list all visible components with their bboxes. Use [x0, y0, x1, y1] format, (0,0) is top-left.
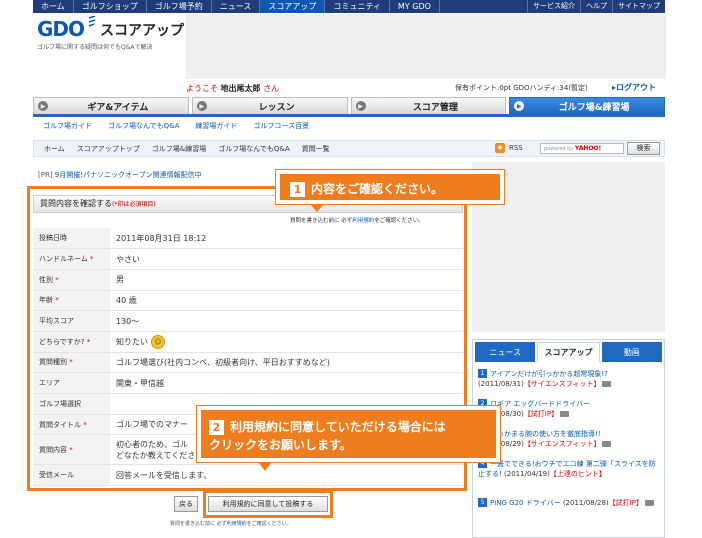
sub-nav: ゴルフ場ガイド ゴルフ場なんでもQ&A 練習場ガイド ゴルフコース百景: [33, 117, 665, 135]
topnav-item-home[interactable]: ホーム: [33, 0, 74, 13]
top-nav: ホーム ゴルフショップ ゴルフ場予約 ニュース スコアアップ コミュニティ MY…: [33, 0, 665, 13]
news-tab-news[interactable]: ニュース: [475, 342, 536, 362]
points-handicap: 保有ポイント:0pt GDOハンディ:34(暫定): [455, 84, 588, 92]
news-title: がっかまる腕の使い方を徹底指導!!: [490, 430, 601, 438]
news-number-badge: 1: [478, 369, 487, 378]
tab-label: ギア&アイテム: [87, 102, 149, 113]
news-tab-scoreup[interactable]: スコアアップ: [537, 342, 600, 362]
bottom-terms-link[interactable]: 利用規約: [227, 521, 247, 527]
camera-icon: [602, 381, 612, 387]
breadcrumb-course[interactable]: ゴルフ場&練習場: [152, 144, 218, 154]
news-date: (2011/08/31): [478, 380, 524, 388]
bottom-note-suffix: をご確認ください。: [246, 521, 292, 527]
news-source: 【サイエンスフィット】: [523, 440, 601, 448]
tab-label: ゴルフ場&練習場: [558, 102, 630, 113]
news-tabs: ニュース スコアアップ 動画: [475, 342, 662, 362]
breadcrumb-scoreup[interactable]: スコアアップトップ: [77, 144, 152, 154]
news-item[interactable]: 3がっかまる腕の使い方を徹底指導!! (2011/08/29)【サイエンスフィッ…: [478, 429, 660, 449]
news-title: アイアンだけが引っかかる超常現象!?: [490, 370, 608, 378]
breadcrumb-home[interactable]: ホーム: [44, 144, 77, 154]
search-powered: powered by: [544, 146, 574, 152]
callout-text: 内容をご確認ください。: [311, 182, 444, 196]
news-title: PING G20 ドライバー: [490, 499, 561, 507]
topnav-spacer: [440, 0, 527, 13]
welcome-message: ようこそ 地出尾太郎 さん: [186, 83, 279, 94]
camera-icon: [644, 500, 654, 506]
tab-arrow-icon: ▶: [38, 101, 48, 111]
tab-golf-course[interactable]: ▶ ゴルフ場&練習場: [509, 97, 665, 114]
callout-number-badge: 2: [209, 420, 224, 435]
tab-gear[interactable]: ▶ ギア&アイテム: [33, 97, 189, 114]
callout-agree: 2 利用規約に同意していただける場合には クリックをお願いします。: [196, 405, 501, 463]
pr-tag: [PR]: [38, 171, 53, 179]
yahoo-logo: YAHOO!: [574, 145, 602, 152]
agree-submit-button[interactable]: 利用規約に同意して投稿する: [208, 496, 328, 512]
section-title: スコアアップ: [100, 23, 184, 39]
callout-text-line2: クリックをお願いします。: [209, 438, 352, 452]
news-source: 【試打IP】: [608, 499, 643, 507]
header-ad-area: [186, 14, 666, 79]
news-tab-video[interactable]: 動画: [601, 342, 662, 362]
tab-arrow-icon: ▶: [514, 101, 525, 111]
camera-icon: [560, 411, 570, 417]
logout-link[interactable]: ▸ログアウト: [612, 82, 656, 93]
logout-label: ログアウト: [616, 83, 657, 92]
topnav-item-community[interactable]: コミュニティ: [325, 0, 390, 13]
util-link-help[interactable]: ヘルプ: [580, 0, 612, 13]
util-link-sitemap[interactable]: サイトマップ: [612, 0, 665, 13]
news-item[interactable]: 1 アイアンだけが引っかかる超常現象!? (2011/08/31)【サイエンスフィ…: [478, 369, 660, 389]
breadcrumb-current: 質問一覧: [301, 144, 330, 153]
topnav-item-news[interactable]: ニュース: [212, 0, 261, 13]
callout-pointer: [310, 204, 324, 212]
gdo-logo[interactable]: GDO: [37, 17, 85, 41]
pr-announcement[interactable]: [PR] 9月開催!パナソニックオープン関連情報配信中: [38, 170, 202, 180]
topnav-item-mygdo[interactable]: MY GDO: [390, 0, 440, 13]
breadcrumb-qa[interactable]: ゴルフ場なんでもQ&A: [218, 144, 301, 154]
callout-number-badge: 1: [290, 182, 305, 197]
search-button[interactable]: 検索: [627, 142, 660, 155]
news-item[interactable]: 4 一畳でできる!おウチでエコ練 第二弾「スライスを防止する! (2011/04/…: [478, 459, 660, 479]
tab-lesson[interactable]: ▶ レッスン: [191, 97, 348, 114]
topnav-item-scoreup[interactable]: スコアアップ: [260, 0, 326, 13]
news-item[interactable]: 2 ロギア エッグバードドライバー (2011/08/30)【試打IP】: [478, 399, 660, 419]
back-button[interactable]: 戻る: [174, 496, 198, 512]
logo-swoosh-icon: [88, 16, 96, 27]
pr-text: 9月開催!パナソニックオープン関連情報配信中: [54, 171, 202, 179]
tab-arrow-icon: ▶: [196, 101, 207, 111]
rss-icon[interactable]: ◉: [495, 143, 505, 153]
tagline: ゴルフ場に関する疑問は何でもQ&Aで解決: [37, 44, 153, 51]
bottom-note-prefix: 質問を書き込む前に 必ず: [170, 521, 227, 527]
callout-confirm: 1 内容をご確認ください。: [275, 169, 505, 205]
callout-pointer: [258, 462, 272, 471]
news-date: (2011/08/28): [562, 499, 609, 507]
util-link-service[interactable]: サービス紹介: [527, 0, 580, 13]
camera-icon: [602, 441, 612, 447]
callout-text-line1: 利用規約に同意していただける場合には: [230, 420, 446, 434]
tab-label: スコア管理: [412, 102, 458, 113]
search-input[interactable]: powered by YAHOO!: [540, 143, 624, 154]
news-title: ロギア エッグバードドライバー: [490, 400, 591, 408]
welcome-suffix: さん: [263, 84, 280, 93]
bottom-terms-note: 質問を書き込む前に 必ず利用規約をご確認ください。: [170, 520, 292, 527]
news-item[interactable]: 5 PING G20 ドライバー (2011/08/28)【試打IP】: [478, 498, 660, 508]
news-date: (2011/04/19): [504, 470, 550, 478]
user-name: 地出尾太郎: [220, 84, 261, 93]
news-source: 【試打IP】: [523, 410, 559, 418]
news-source: 【上達のヒント】: [549, 470, 606, 478]
tab-arrow-icon: ▶: [355, 101, 366, 111]
welcome-prefix: ようこそ: [186, 84, 218, 93]
subnav-range-guide[interactable]: 練習場ガイド: [195, 121, 237, 131]
topnav-item-shop[interactable]: ゴルフショップ: [74, 0, 147, 13]
topnav-item-reserve[interactable]: ゴルフ場予約: [147, 0, 212, 13]
subnav-qa[interactable]: ゴルフ場なんでもQ&A: [108, 121, 179, 131]
tab-label: レッスン: [258, 102, 295, 113]
tab-score[interactable]: ▶ スコア管理: [350, 97, 507, 114]
subnav-course-views[interactable]: ゴルフコース百景: [253, 121, 309, 131]
news-number-badge: 5: [478, 498, 487, 507]
main-tabs: ▶ ギア&アイテム ▶ レッスン ▶ スコア管理 ▶ ゴルフ場&練習場: [33, 97, 665, 114]
subnav-course-guide[interactable]: ゴルフ場ガイド: [43, 121, 92, 131]
news-source: 【サイエンスフィット】: [523, 380, 601, 388]
rss-link[interactable]: RSS: [509, 144, 523, 152]
